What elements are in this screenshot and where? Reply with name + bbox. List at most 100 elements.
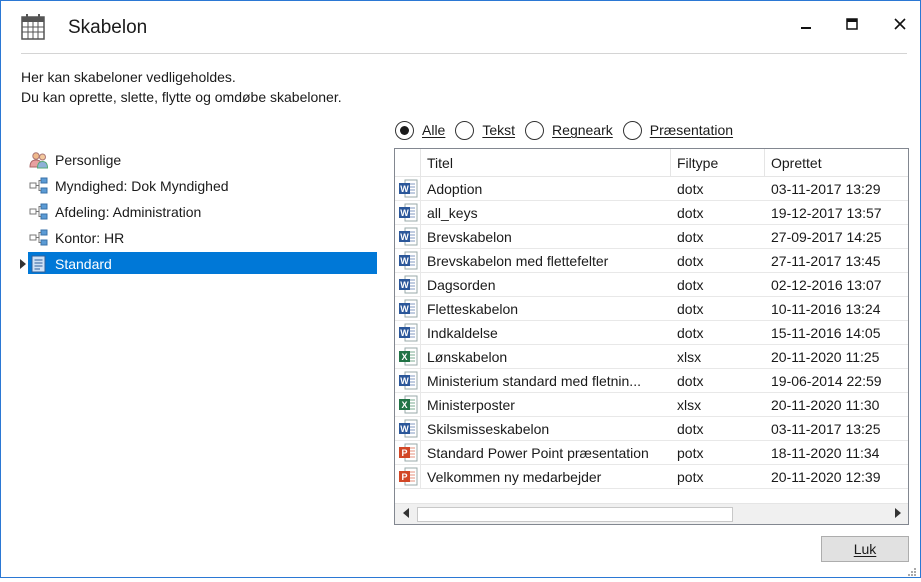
svg-text:X: X <box>401 352 407 362</box>
file-icon-cell: X <box>395 344 421 369</box>
radio-circle <box>455 120 475 140</box>
tree-item-myndighed[interactable]: Myndighed: Dok Myndighed <box>19 173 379 199</box>
svg-text:W: W <box>400 424 409 434</box>
word-file-icon: W <box>398 419 417 438</box>
radio-regneark[interactable]: Regneark <box>525 120 613 140</box>
word-file-icon: W <box>398 299 417 318</box>
column-header-filtype[interactable]: Filtype <box>671 149 765 177</box>
tree-item-standard[interactable]: Standard <box>19 251 379 277</box>
powerpoint-file-icon: P <box>398 467 417 486</box>
cell-filetype: potx <box>677 468 704 485</box>
word-file-icon: W <box>398 323 417 342</box>
cell-title: Ministerium standard med fletnin... <box>427 372 641 389</box>
word-file-icon: W <box>398 371 417 390</box>
column-header-titel[interactable]: Titel <box>421 149 671 177</box>
table-row[interactable]: W Adoption dotx 03-11-2017 13:29 <box>395 176 908 201</box>
powerpoint-file-icon: P <box>398 443 417 462</box>
radio-label: Regneark <box>552 122 613 138</box>
org-chart-icon <box>29 203 49 221</box>
word-file-icon: W <box>398 227 417 246</box>
cell-title: Skilsmisseskabelon <box>427 420 550 437</box>
close-button[interactable]: Luk <box>821 536 909 562</box>
file-icon-cell: W <box>395 368 421 393</box>
table-row[interactable]: W Dagsorden dotx 02-12-2016 13:07 <box>395 272 908 297</box>
table-row[interactable]: W Brevskabelon dotx 27-09-2017 14:25 <box>395 224 908 249</box>
radio-label: Tekst <box>482 122 516 138</box>
cell-created: 02-12-2016 13:07 <box>771 276 882 293</box>
svg-text:X: X <box>401 400 407 410</box>
resize-grip-icon[interactable] <box>907 564 917 576</box>
tree-item-label: Myndighed: Dok Myndighed <box>55 178 229 194</box>
radio-alle[interactable]: Alle <box>395 120 445 140</box>
tree-item-afdeling[interactable]: Afdeling: Administration <box>19 199 379 225</box>
file-icon-cell: P <box>395 464 421 489</box>
radio-label: Præsentation <box>649 122 734 138</box>
close-window-button[interactable] <box>885 11 915 41</box>
cell-filetype: dotx <box>677 420 704 437</box>
word-file-icon: W <box>398 179 417 198</box>
svg-text:P: P <box>401 448 407 458</box>
header-icon-column <box>395 149 421 177</box>
description-line-1: Her kan skabeloner vedligeholdes. <box>21 69 236 85</box>
cell-created: 03-11-2017 13:29 <box>771 180 881 197</box>
close-icon <box>894 17 906 35</box>
file-icon-cell: W <box>395 320 421 345</box>
file-icon-cell: W <box>395 248 421 273</box>
table-row[interactable]: P Velkommen ny medarbejder potx 20-11-2020 … <box>395 464 908 489</box>
svg-text:W: W <box>400 280 409 290</box>
cell-created: 20-11-2020 11:25 <box>771 348 880 365</box>
calendar-grid-icon <box>21 14 45 40</box>
title-bar[interactable]: Skabelon <box>1 1 920 53</box>
cell-title: Velkommen ny medarbejder <box>427 468 602 485</box>
table-row[interactable]: P Standard Power Point præsentation potx 18… <box>395 440 908 465</box>
file-icon-cell: X <box>395 392 421 417</box>
word-file-icon: W <box>398 275 417 294</box>
svg-text:W: W <box>400 184 409 194</box>
file-icon-cell: W <box>395 416 421 441</box>
table-row[interactable]: W Skilsmisseskabelon dotx 03-11-2017 13:25 <box>395 416 908 441</box>
tree-item-label: Kontor: HR <box>55 230 125 246</box>
dialog-window: Skabelon Her kan skabeloner vedligeholde… <box>0 0 921 578</box>
horizontal-scrollbar[interactable] <box>395 503 908 524</box>
column-header-oprettet[interactable]: Oprettet <box>765 149 908 177</box>
cell-filetype: dotx <box>677 228 704 245</box>
table-row[interactable]: W Brevskabelon med flettefelter dotx 27-11-… <box>395 248 908 273</box>
tree-item-label: Standard <box>55 256 112 272</box>
table-row[interactable]: W Indkaldelse dotx 15-11-2016 14:05 <box>395 320 908 345</box>
cell-title: Fletteskabelon <box>427 300 519 317</box>
excel-file-icon: X <box>398 395 417 414</box>
tree-item-kontor[interactable]: Kontor: HR <box>19 225 379 251</box>
excel-file-icon: X <box>398 347 417 366</box>
radio-praesentation[interactable]: Præsentation <box>622 120 734 140</box>
maximize-button[interactable] <box>837 11 867 41</box>
minimize-icon <box>800 17 812 35</box>
expand-arrow-icon[interactable] <box>20 259 26 269</box>
cell-filetype: dotx <box>677 372 704 389</box>
tree-item-personlige[interactable]: Personlige <box>19 147 379 173</box>
cell-filetype: dotx <box>677 204 704 221</box>
scroll-left-button[interactable] <box>395 504 416 524</box>
svg-text:W: W <box>400 376 409 386</box>
table-row[interactable]: X Ministerposter xlsx 20-11-2020 11:30 <box>395 392 908 417</box>
table-row[interactable]: W Ministerium standard med fletnin... dotx… <box>395 368 908 393</box>
cell-filetype: dotx <box>677 276 704 293</box>
cell-title: Ministerposter <box>427 396 515 413</box>
scroll-right-button[interactable] <box>887 504 908 524</box>
window-title: Skabelon <box>68 17 148 38</box>
cell-filetype: dotx <box>677 300 704 317</box>
tree-item-label: Personlige <box>55 152 122 168</box>
cell-title: Indkaldelse <box>427 324 498 341</box>
cell-created: 15-11-2016 14:05 <box>771 324 881 341</box>
scroll-thumb[interactable] <box>417 507 733 522</box>
cell-title: Brevskabelon med flettefelter <box>427 252 609 269</box>
org-chart-icon <box>29 177 49 195</box>
radio-tekst[interactable]: Tekst <box>455 120 516 140</box>
word-file-icon: W <box>398 203 417 222</box>
cell-created: 03-11-2017 13:25 <box>771 420 881 437</box>
table-row[interactable]: W Fletteskabelon dotx 10-11-2016 13:24 <box>395 296 908 321</box>
title-separator <box>21 53 907 54</box>
cell-created: 20-11-2020 12:39 <box>771 468 881 485</box>
table-row[interactable]: Wall_keys dotx 19-12-2017 13:57 <box>395 200 908 225</box>
table-row[interactable]: X Lønskabelon xlsx 20-11-2020 11:25 <box>395 344 908 369</box>
minimize-button[interactable] <box>791 11 821 41</box>
